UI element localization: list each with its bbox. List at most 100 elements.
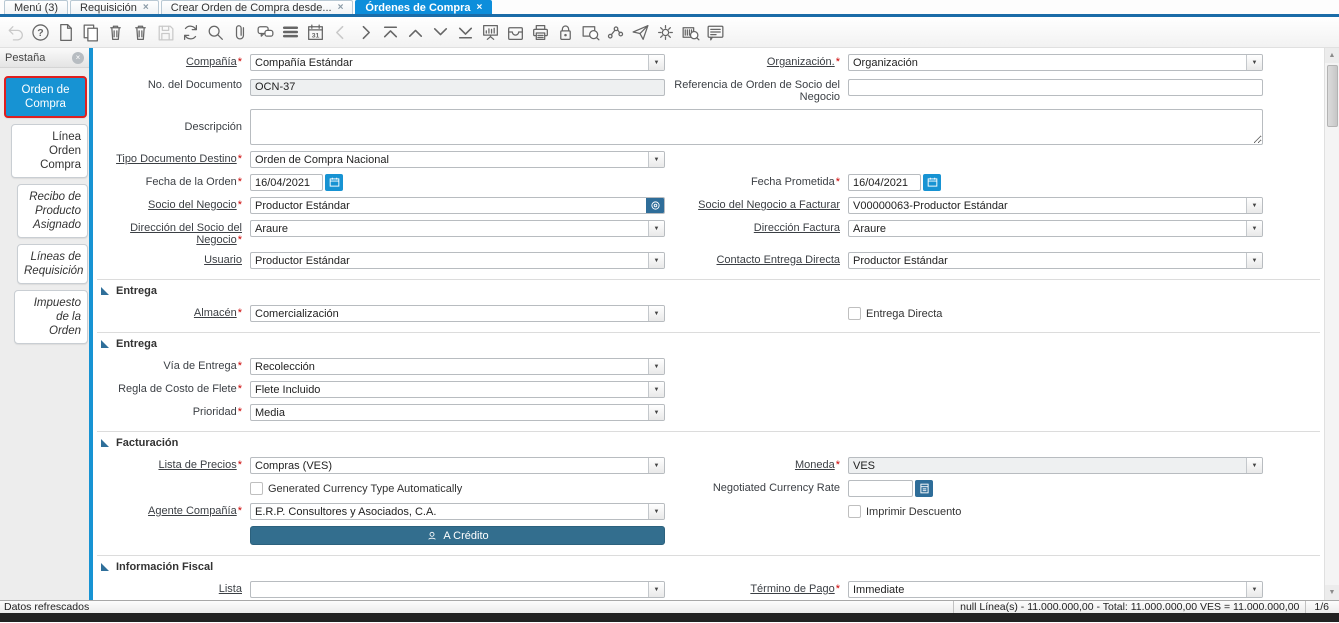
window-chat-button[interactable] — [703, 19, 728, 46]
chevron-down-icon[interactable]: ▼ — [648, 221, 664, 236]
generated-currency-checkbox[interactable] — [250, 482, 263, 495]
a-credito-button[interactable]: A Crédito — [250, 526, 665, 545]
chevron-down-icon[interactable]: ▼ — [648, 152, 664, 167]
termino-pago-label[interactable]: Término de Pago* — [665, 581, 848, 595]
contacto-entrega-select[interactable]: Productor Estándar▼ — [848, 252, 1263, 269]
print-button[interactable] — [528, 19, 553, 46]
scroll-down-button[interactable]: ▼ — [1325, 585, 1339, 600]
chevron-down-icon[interactable]: ▼ — [1246, 253, 1262, 268]
almacen-label[interactable]: Almacén* — [97, 305, 250, 319]
entrega-directa-checkbox[interactable] — [848, 307, 861, 320]
nav-down-button[interactable] — [428, 19, 453, 46]
undo-button[interactable] — [3, 19, 28, 46]
descripcion-textarea[interactable] — [250, 109, 1263, 145]
tab-menu[interactable]: Menú (3) — [4, 0, 68, 14]
moneda-select[interactable]: VES▼ — [848, 457, 1263, 474]
chevron-down-icon[interactable]: ▼ — [1246, 458, 1262, 473]
socio-negocio-info-button[interactable] — [646, 197, 664, 214]
fecha-prometida-input[interactable] — [848, 174, 921, 191]
usuario-label[interactable]: Usuario — [97, 252, 250, 266]
send-request-button[interactable] — [628, 19, 653, 46]
sidebar-tab-orden-de-compra[interactable]: Orden de Compra — [4, 76, 87, 118]
section-entrega-2[interactable]: Entrega — [97, 332, 1320, 350]
scroll-up-button[interactable]: ▲ — [1325, 48, 1339, 63]
chevron-down-icon[interactable]: ▼ — [648, 405, 664, 420]
report-button[interactable] — [478, 19, 503, 46]
lista-fiscal-label[interactable]: Lista — [97, 581, 250, 595]
bp-order-reference-input[interactable] — [848, 79, 1263, 96]
grid-toggle-button[interactable] — [278, 19, 303, 46]
direccion-socio-select[interactable]: Araure▼ — [250, 220, 665, 237]
chat-button[interactable] — [253, 19, 278, 46]
contacto-entrega-label[interactable]: Contacto Entrega Directa — [665, 252, 848, 266]
lista-precios-label[interactable]: Lista de Precios* — [97, 457, 250, 471]
fecha-orden-input[interactable] — [250, 174, 323, 191]
negotiated-rate-calculator-button[interactable] — [915, 480, 933, 497]
chevron-down-icon[interactable]: ▼ — [648, 359, 664, 374]
agente-compania-select[interactable]: E.R.P. Consultores y Asociados, C.A.▼ — [250, 503, 665, 520]
agente-compania-label[interactable]: Agente Compañía* — [97, 503, 250, 517]
termino-pago-select[interactable]: Immediate▼ — [848, 581, 1263, 598]
socio-facturar-select[interactable]: V00000063-Productor Estándar▼ — [848, 197, 1263, 214]
chevron-down-icon[interactable]: ▼ — [648, 253, 664, 268]
copy-record-button[interactable] — [78, 19, 103, 46]
section-entrega-1[interactable]: Entrega — [97, 279, 1320, 297]
regla-flete-select[interactable]: Flete Incluido▼ — [250, 381, 665, 398]
save-button[interactable] — [153, 19, 178, 46]
chevron-down-icon[interactable]: ▼ — [1246, 55, 1262, 70]
chevron-down-icon[interactable]: ▼ — [648, 458, 664, 473]
calendar-button[interactable]: 31 — [303, 19, 328, 46]
chevron-down-icon[interactable]: ▼ — [1246, 221, 1262, 236]
fecha-orden-calendar-button[interactable] — [325, 174, 343, 191]
lista-fiscal-select[interactable]: ▼ — [250, 581, 665, 598]
prioridad-select[interactable]: Media▼ — [250, 404, 665, 421]
socio-facturar-label[interactable]: Socio del Negocio a Facturar — [665, 197, 848, 211]
tab-crear-orden[interactable]: Crear Orden de Compra desde... × — [161, 0, 354, 14]
tab-requisicion[interactable]: Requisición × — [70, 0, 159, 14]
organizacion-label[interactable]: Organización.* — [665, 54, 848, 68]
chevron-down-icon[interactable]: ▼ — [648, 504, 664, 519]
lista-precios-select[interactable]: Compras (VES)▼ — [250, 457, 665, 474]
chevron-down-icon[interactable]: ▼ — [1246, 198, 1262, 213]
preferences-button[interactable] — [653, 19, 678, 46]
tipo-documento-label[interactable]: Tipo Documento Destino* — [97, 151, 250, 165]
nav-first-button[interactable] — [378, 19, 403, 46]
help-button[interactable]: ? — [28, 19, 53, 46]
close-icon[interactable]: × — [143, 2, 149, 13]
imprimir-descuento-checkbox[interactable] — [848, 505, 861, 518]
compania-label[interactable]: Compañía* — [97, 54, 250, 68]
sidebar-tab-linea-orden-compra[interactable]: Línea Orden Compra — [11, 124, 88, 178]
nav-last-button[interactable] — [453, 19, 478, 46]
product-info-button[interactable] — [678, 19, 703, 46]
sidebar-tab-lineas-de-requisicion[interactable]: Líneas de Requisición — [17, 244, 88, 284]
nav-next-button[interactable] — [353, 19, 378, 46]
find-button[interactable] — [203, 19, 228, 46]
sidebar-tab-impuesto-de-la-orden[interactable]: Impuesto de la Orden — [14, 290, 88, 344]
direccion-factura-label[interactable]: Dirección Factura — [665, 220, 848, 234]
nav-up-button[interactable] — [403, 19, 428, 46]
socio-negocio-label[interactable]: Socio del Negocio* — [97, 197, 250, 211]
refresh-button[interactable] — [178, 19, 203, 46]
close-icon[interactable]: × — [338, 2, 344, 13]
vertical-scrollbar[interactable]: ▲ ▼ — [1324, 48, 1339, 600]
nav-previous-button[interactable] — [328, 19, 353, 46]
organizacion-select[interactable]: Organización▼ — [848, 54, 1263, 71]
delete-selection-button[interactable] — [128, 19, 153, 46]
attachment-button[interactable] — [228, 19, 253, 46]
section-informacion-fiscal[interactable]: Información Fiscal — [97, 555, 1320, 573]
fecha-prometida-calendar-button[interactable] — [923, 174, 941, 191]
section-facturacion[interactable]: Facturación — [97, 431, 1320, 449]
negotiated-rate-input[interactable] — [848, 480, 913, 497]
chevron-down-icon[interactable]: ▼ — [648, 55, 664, 70]
moneda-label[interactable]: Moneda* — [665, 457, 848, 471]
delete-record-button[interactable] — [103, 19, 128, 46]
usuario-select[interactable]: Productor Estándar▼ — [250, 252, 665, 269]
compania-select[interactable]: Compañía Estándar▼ — [250, 54, 665, 71]
almacen-select[interactable]: Comercialización▼ — [250, 305, 665, 322]
zoom-across-button[interactable] — [578, 19, 603, 46]
archive-button[interactable] — [503, 19, 528, 46]
document-no-input[interactable] — [250, 79, 665, 96]
chevron-down-icon[interactable]: ▼ — [648, 582, 664, 597]
via-entrega-select[interactable]: Recolección▼ — [250, 358, 665, 375]
close-icon[interactable]: × — [477, 2, 483, 13]
